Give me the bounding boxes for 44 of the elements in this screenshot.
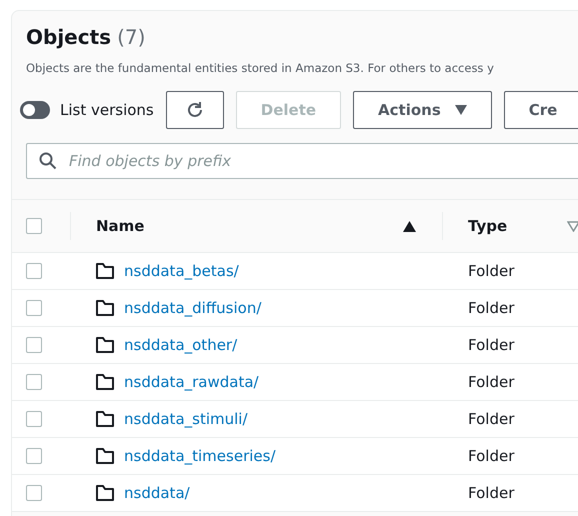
select-all-checkbox[interactable] [26,218,42,234]
folder-icon [96,411,114,427]
folder-link[interactable]: nsddata_other/ [124,336,238,354]
panel-title: Objects [26,25,112,49]
folder-link[interactable]: nsddata_timeseries/ [124,447,276,465]
object-count: (7) [117,25,146,49]
type-cell-text: Folder [467,447,516,465]
folder-icon [96,448,114,464]
row-checkbox[interactable] [26,448,42,464]
folder-link[interactable]: nsddata_diffusion/ [124,299,262,317]
search-icon [39,152,57,170]
search-field[interactable]: Find objects by prefix [26,143,578,179]
panel-description: Objects are the fundamental entities stored in Amazon S3. For others to access y [26,61,495,75]
folder-icon [96,374,114,390]
type-cell-text: Folder [467,373,516,391]
folder-icon [96,485,114,501]
column-header[interactable]: Type [442,212,578,240]
type-cell-text: Folder [467,410,516,428]
sort-ascending-icon[interactable] [403,220,416,232]
caret-icon [454,105,467,115]
action-button[interactable]: Cre [504,91,578,129]
row-checkbox[interactable] [26,485,42,501]
type-cell-text: Folder [467,299,516,317]
row-checkbox[interactable] [26,337,42,353]
folder-link[interactable]: nsddata_rawdata/ [124,373,259,391]
row-checkbox[interactable] [26,411,42,427]
toggle-switch[interactable] [20,101,50,119]
folder-link[interactable]: nsddata/ [124,484,190,502]
folder-icon [96,263,114,279]
sort-icon[interactable] [567,220,578,232]
refresh-button[interactable] [166,91,224,129]
folder-icon [96,337,114,353]
folder-link[interactable]: nsddata_stimuli/ [124,410,248,428]
folder-link[interactable]: nsddata_betas/ [124,262,239,280]
type-cell-text: Folder [467,336,516,354]
row-checkbox[interactable] [26,263,42,279]
toggle-label: List versions [60,101,154,119]
type-cell-text: Folder [467,484,516,502]
dropdown-button[interactable]: Actions [353,91,492,129]
folder-icon [96,300,114,316]
column-header[interactable]: Name [70,212,442,240]
row-checkbox[interactable] [26,300,42,316]
type-cell-text: Folder [467,262,516,280]
row-checkbox[interactable] [26,374,42,390]
